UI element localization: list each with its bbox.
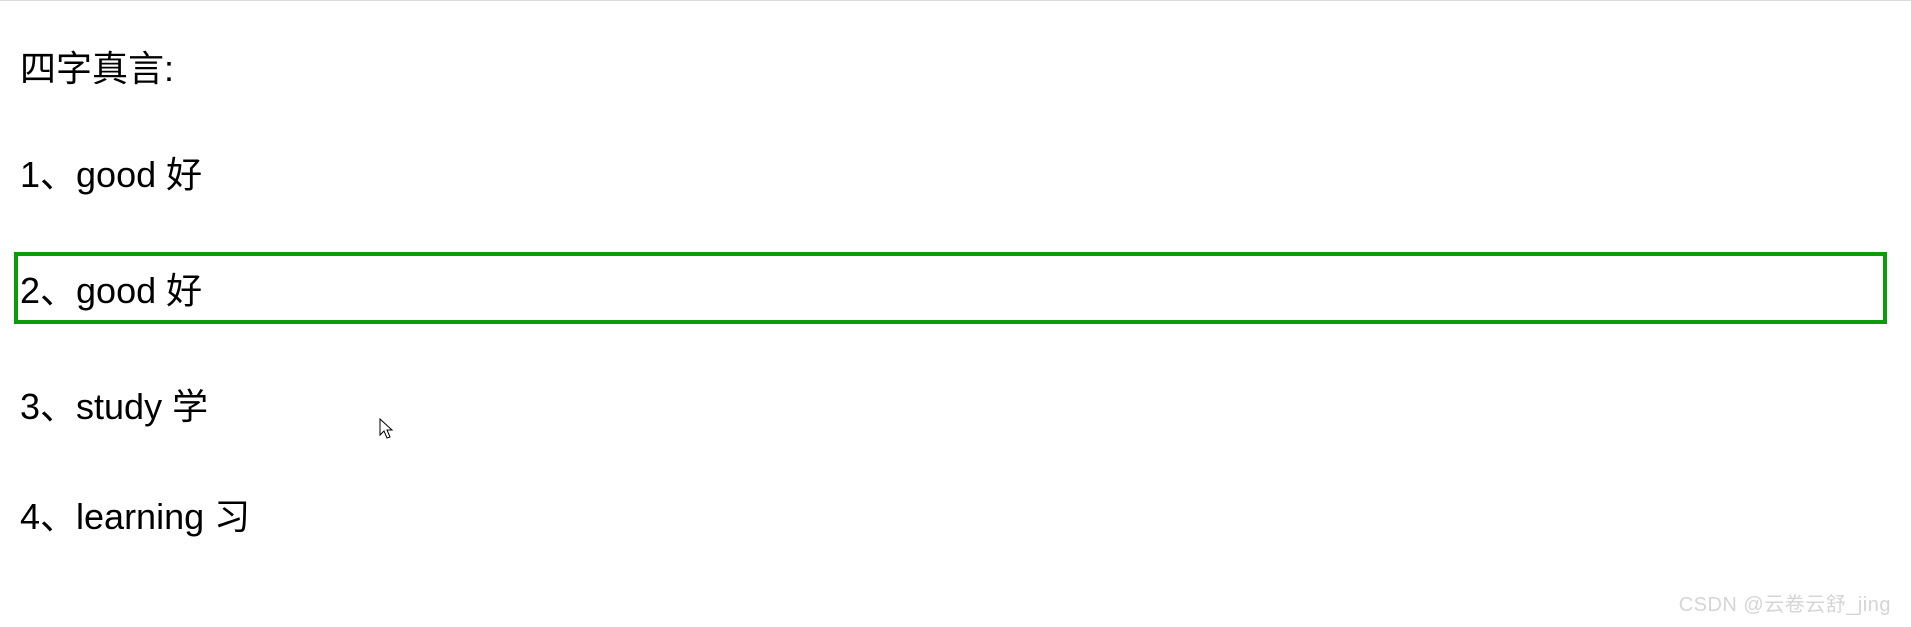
list-item: 3、study 学: [20, 374, 1891, 434]
watermark-text: CSDN @云卷云舒_jing: [1679, 588, 1891, 617]
list-item: 1、good 好: [20, 142, 1891, 202]
page-title: 四字真言:: [20, 40, 1891, 92]
content-area: 四字真言: 1、good 好 2、good 好 3、study 学 4、lear…: [0, 0, 1911, 564]
list-item: 4、learning 习: [20, 484, 1891, 544]
list-item-highlighted: 2、good 好: [14, 252, 1887, 324]
top-separator: [0, 0, 1911, 1]
